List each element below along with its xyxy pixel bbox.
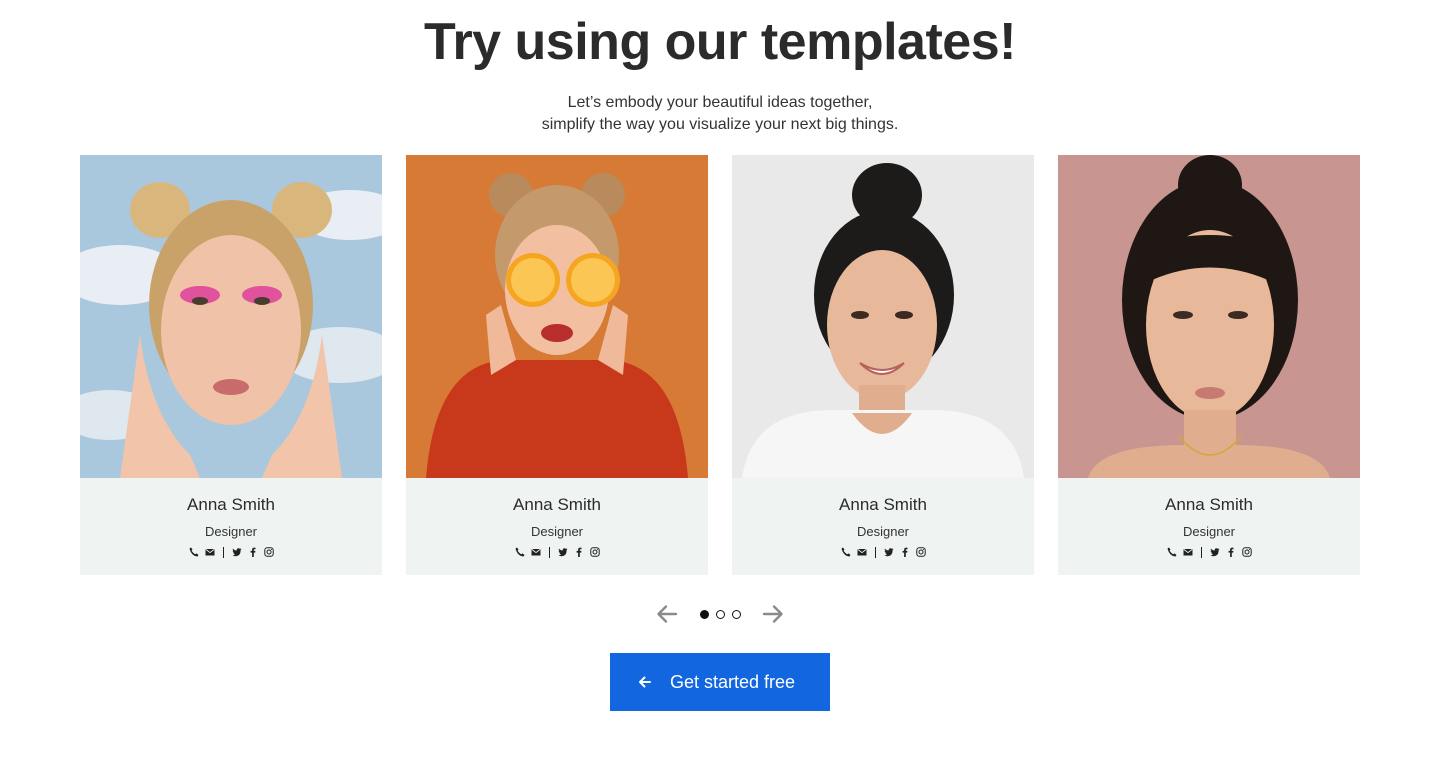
social-links xyxy=(406,545,708,559)
instagram-icon[interactable] xyxy=(1241,547,1252,557)
card-role: Designer xyxy=(530,524,584,539)
facebook-icon[interactable] xyxy=(1226,547,1236,557)
twitter-icon[interactable] xyxy=(883,547,894,557)
divider xyxy=(548,546,550,558)
get-started-label: Get started free xyxy=(670,672,796,692)
card-role: Designer xyxy=(204,524,258,539)
card-name: Anna Smith xyxy=(187,495,275,514)
page-subtitle: Let’s embody your beautiful ideas togeth… xyxy=(0,92,1440,136)
facebook-icon[interactable] xyxy=(248,547,258,557)
divider xyxy=(1200,546,1202,558)
card-role: Designer xyxy=(1182,524,1236,539)
template-card[interactable]: Anna Smith Designer xyxy=(80,155,382,575)
template-carousel: Anna Smith Designer Anna Smith Designer … xyxy=(80,155,1360,575)
phone-icon[interactable] xyxy=(841,547,851,557)
phone-icon[interactable] xyxy=(515,547,525,557)
twitter-icon[interactable] xyxy=(231,547,242,557)
template-card[interactable]: Anna Smith Designer xyxy=(1058,155,1360,575)
mail-icon[interactable] xyxy=(531,547,541,557)
social-links xyxy=(1058,545,1360,559)
divider xyxy=(222,546,224,558)
mail-icon[interactable] xyxy=(857,547,867,557)
profile-photo xyxy=(80,155,382,478)
divider xyxy=(874,546,876,558)
get-started-button[interactable]: Get started free xyxy=(610,653,830,711)
page-title: Try using our templates! xyxy=(424,13,1016,71)
pager-dot-3[interactable] xyxy=(732,610,741,619)
arrow-right-icon[interactable] xyxy=(761,603,785,625)
mail-icon[interactable] xyxy=(205,547,215,557)
pager-dot-2[interactable] xyxy=(716,610,725,619)
subtitle-line-2: simplify the way you visualize your next… xyxy=(541,116,899,133)
arrow-left-icon xyxy=(637,674,653,690)
instagram-icon[interactable] xyxy=(915,547,926,557)
template-card[interactable]: Anna Smith Designer xyxy=(732,155,1034,575)
twitter-icon[interactable] xyxy=(557,547,568,557)
profile-photo xyxy=(1058,155,1360,478)
social-links xyxy=(732,545,1034,559)
facebook-icon[interactable] xyxy=(900,547,910,557)
card-role: Designer xyxy=(856,524,910,539)
social-links xyxy=(80,545,382,559)
phone-icon[interactable] xyxy=(189,547,199,557)
card-name: Anna Smith xyxy=(839,495,927,514)
card-name: Anna Smith xyxy=(513,495,601,514)
carousel-pager xyxy=(655,603,785,625)
pager-dot-1[interactable] xyxy=(700,610,709,619)
instagram-icon[interactable] xyxy=(589,547,600,557)
subtitle-line-1: Let’s embody your beautiful ideas togeth… xyxy=(567,94,873,111)
template-card[interactable]: Anna Smith Designer xyxy=(406,155,708,575)
profile-photo xyxy=(732,155,1034,478)
twitter-icon[interactable] xyxy=(1209,547,1220,557)
instagram-icon[interactable] xyxy=(263,547,274,557)
arrow-left-icon[interactable] xyxy=(655,603,679,625)
phone-icon[interactable] xyxy=(1167,547,1177,557)
mail-icon[interactable] xyxy=(1183,547,1193,557)
card-name: Anna Smith xyxy=(1165,495,1253,514)
profile-photo xyxy=(406,155,708,478)
facebook-icon[interactable] xyxy=(574,547,584,557)
